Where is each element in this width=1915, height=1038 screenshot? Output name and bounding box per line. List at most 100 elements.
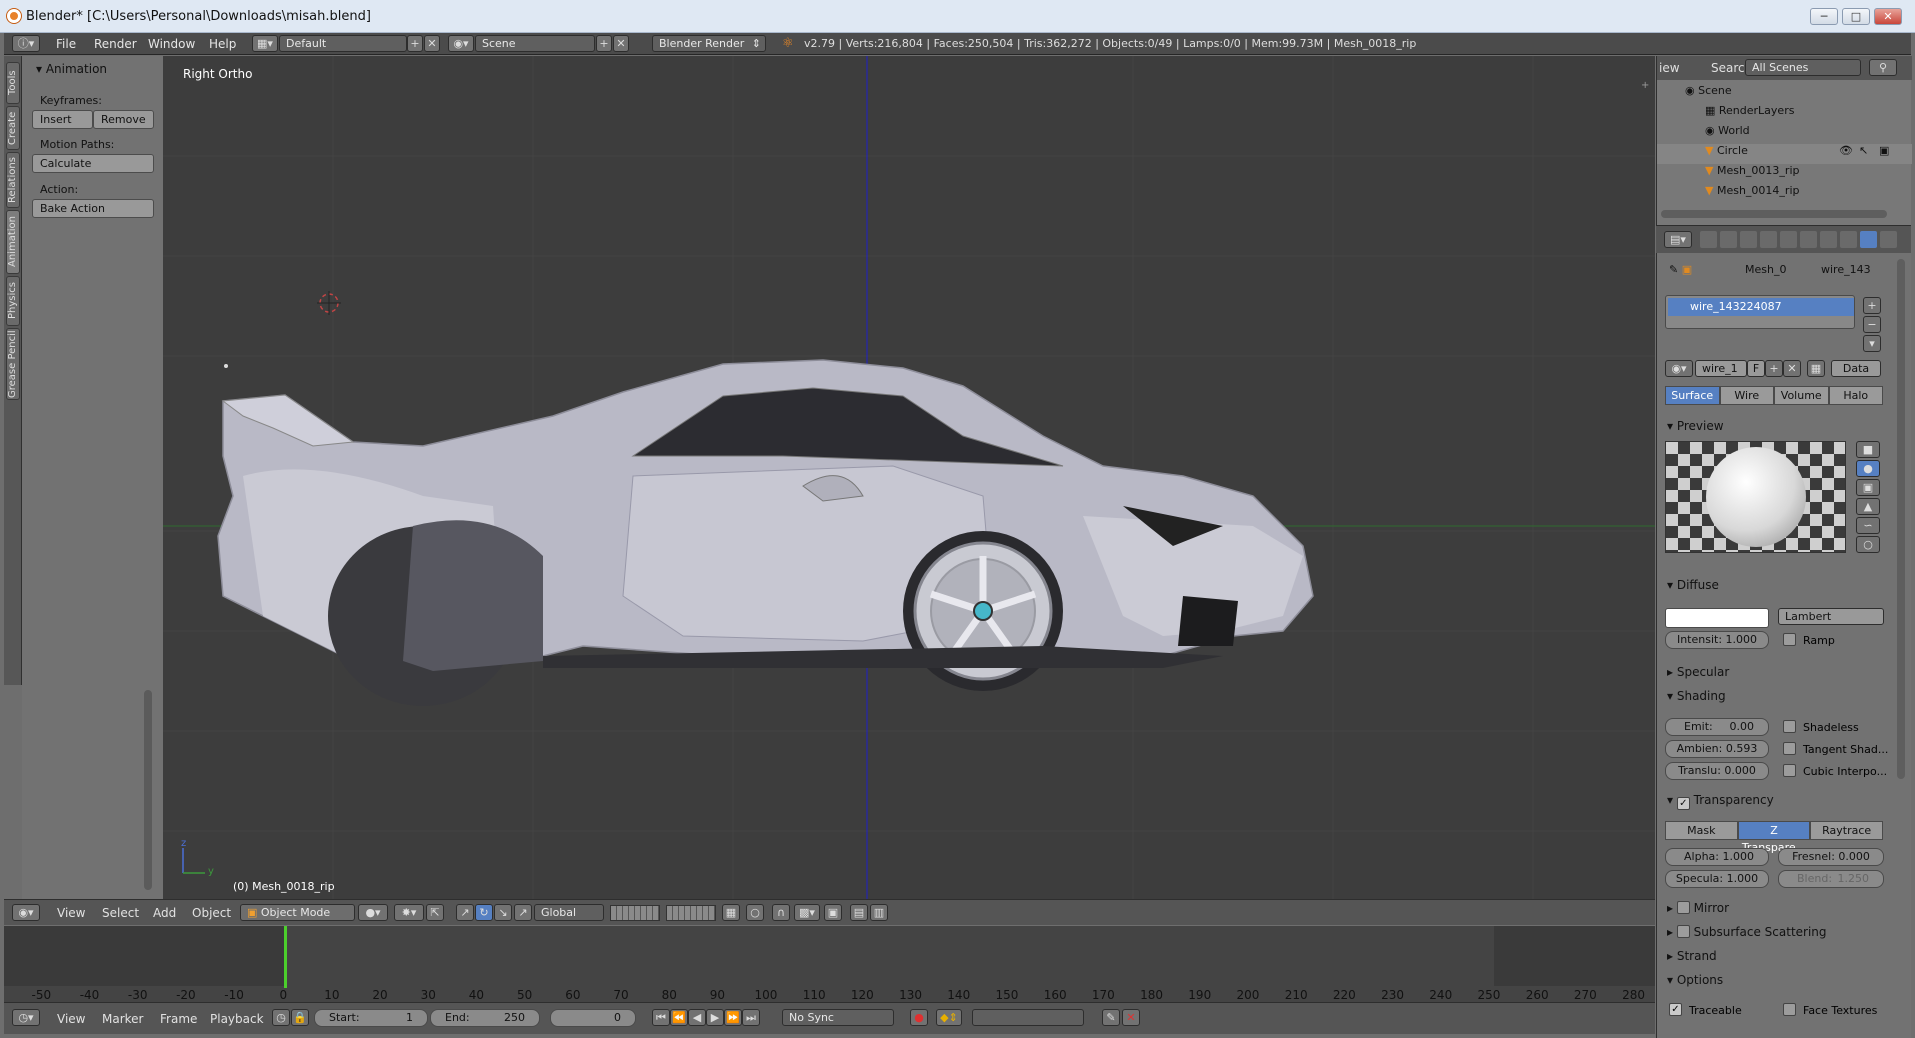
- constraints-tab-icon[interactable]: [1800, 231, 1817, 248]
- scene-tab-icon[interactable]: [1740, 231, 1757, 248]
- menu-frame[interactable]: Frame: [160, 1012, 197, 1026]
- data-tab-icon[interactable]: [1840, 231, 1857, 248]
- animation-panel-header[interactable]: ▾ Animation: [36, 62, 107, 76]
- sss-checkbox[interactable]: [1676, 925, 1690, 938]
- end-frame-field[interactable]: End: 250: [430, 1009, 540, 1027]
- add-layout-icon[interactable]: +: [407, 35, 423, 52]
- render-camera-icon[interactable]: ▣: [1879, 144, 1889, 157]
- transparency-checkbox[interactable]: ✓: [1676, 797, 1690, 810]
- tangent-shading-checkbox[interactable]: [1783, 742, 1796, 755]
- scrollbar[interactable]: [144, 690, 152, 890]
- layers-tab-icon[interactable]: [1720, 231, 1737, 248]
- material-browse-icon[interactable]: ◉▾: [1665, 360, 1693, 377]
- current-frame-field[interactable]: 0: [550, 1009, 636, 1027]
- jump-keyframe-back-icon[interactable]: ⏪: [670, 1009, 688, 1026]
- search-icon[interactable]: ⚲: [1869, 59, 1897, 76]
- delete-keyframe-icon[interactable]: ✕: [1122, 1009, 1140, 1026]
- render-engine-select[interactable]: Blender Render ⇕: [652, 35, 766, 52]
- keying-set-field[interactable]: [972, 1009, 1084, 1026]
- pivot-point-icon[interactable]: ✸▾: [394, 904, 424, 921]
- texture-tab-icon[interactable]: [1880, 231, 1897, 248]
- mirror-checkbox[interactable]: [1676, 901, 1690, 914]
- scene-icon[interactable]: ◉▾: [448, 35, 474, 52]
- 3d-viewport[interactable]: Right Ortho z y (0) Mesh_0018_rip +: [163, 56, 1655, 899]
- snap-icon[interactable]: ↗: [514, 904, 532, 921]
- tab-create[interactable]: Create: [6, 106, 20, 150]
- mode-raytrace[interactable]: Raytrace: [1810, 821, 1884, 840]
- slot-menu-icon[interactable]: ▾: [1863, 335, 1881, 352]
- lock-icon[interactable]: 🔒: [291, 1009, 309, 1026]
- preview-cube-icon[interactable]: ▣: [1856, 479, 1880, 496]
- tab-volume[interactable]: Volume: [1774, 386, 1829, 405]
- mode-mask[interactable]: Mask: [1665, 821, 1738, 840]
- link-select[interactable]: Data: [1831, 360, 1881, 377]
- outliner-item-world[interactable]: ◉ World: [1705, 124, 1915, 144]
- car-model[interactable]: [217, 359, 1314, 706]
- menu-playback[interactable]: Playback: [210, 1012, 264, 1026]
- select-arrow-icon[interactable]: ↖: [1859, 144, 1868, 157]
- insert-keyframe-button[interactable]: Insert: [32, 110, 93, 129]
- play-icon[interactable]: ▶: [706, 1009, 724, 1026]
- timeline-editor-type-icon[interactable]: ◷▾: [12, 1009, 40, 1026]
- specular-panel-header[interactable]: ▸ Specular: [1667, 665, 1729, 679]
- face-textures-checkbox[interactable]: [1783, 1003, 1796, 1016]
- tab-relations[interactable]: Relations: [6, 152, 20, 208]
- layers-grid-1[interactable]: [610, 905, 660, 921]
- record-icon[interactable]: ●: [910, 1009, 928, 1026]
- outliner-item-mesh-0014[interactable]: ▼ Mesh_0014_rip: [1705, 184, 1915, 204]
- outliner-scrollbar[interactable]: [1661, 210, 1887, 218]
- jump-start-icon[interactable]: ⏮: [652, 1009, 670, 1026]
- unlink-material-icon[interactable]: ✕: [1783, 360, 1801, 377]
- traceable-checkbox[interactable]: ✓: [1669, 1003, 1682, 1016]
- menu-file[interactable]: File: [56, 37, 76, 51]
- menu-render[interactable]: Render: [94, 37, 137, 51]
- options-panel-header[interactable]: ▾ Options: [1667, 973, 1723, 987]
- timeline-editor[interactable]: -50 -40 -30 -20 -10 0 10 20 30 40 50 60 70 80 90 100 110…: [4, 926, 1655, 1002]
- remove-scene-icon[interactable]: ✕: [613, 35, 629, 52]
- mode-select[interactable]: ▣ Object Mode: [240, 904, 355, 921]
- menu-marker[interactable]: Marker: [102, 1012, 143, 1026]
- modifiers-tab-icon[interactable]: [1820, 231, 1837, 248]
- manipulator-toggle-icon[interactable]: ⇱: [426, 904, 444, 921]
- tab-tools[interactable]: Tools: [6, 62, 20, 104]
- outliner-item-circle[interactable]: ▼ Circle 👁 ↖ ▣: [1657, 144, 1912, 164]
- new-material-icon[interactable]: +: [1765, 360, 1783, 377]
- jump-end-icon[interactable]: ⏭: [742, 1009, 760, 1026]
- ramp-checkbox[interactable]: [1783, 633, 1796, 646]
- ambient-field[interactable]: Ambien: 0.593: [1665, 740, 1769, 758]
- panel-expand-icon[interactable]: +: [1641, 80, 1649, 91]
- remove-layout-icon[interactable]: ✕: [424, 35, 440, 52]
- tab-halo[interactable]: Halo: [1828, 386, 1883, 405]
- jump-keyframe-forward-icon[interactable]: ⏩: [724, 1009, 742, 1026]
- add-slot-icon[interactable]: +: [1863, 297, 1881, 314]
- shadeless-checkbox[interactable]: [1783, 720, 1796, 733]
- scene-field[interactable]: Scene: [475, 35, 595, 52]
- properties-scrollbar[interactable]: [1897, 259, 1905, 779]
- render-tab-icon[interactable]: [1700, 231, 1717, 248]
- tab-wire[interactable]: Wire: [1719, 386, 1774, 405]
- diffuse-shader-select[interactable]: Lambert: [1778, 608, 1884, 625]
- fresnel-field[interactable]: Fresnel: 0.000: [1778, 848, 1884, 866]
- material-tab-icon[interactable]: [1860, 231, 1877, 248]
- object-tab-icon[interactable]: [1780, 231, 1797, 248]
- preview-monkey-icon[interactable]: ▲: [1856, 498, 1880, 515]
- menu-window[interactable]: Window: [148, 37, 195, 51]
- alpha-field[interactable]: Alpha: 1.000: [1665, 848, 1769, 866]
- material-name-field[interactable]: wire_1: [1695, 360, 1747, 377]
- screen-layout-icon[interactable]: ▦▾: [252, 35, 278, 52]
- keying-icon[interactable]: ◆⇕: [936, 1009, 962, 1026]
- display-mode-select[interactable]: All Scenes: [1745, 59, 1861, 76]
- layer-lock-icon[interactable]: ▦: [722, 904, 740, 921]
- proportional-edit-icon[interactable]: ○: [746, 904, 764, 921]
- specular-alpha-field[interactable]: Specula: 1.000: [1665, 870, 1769, 888]
- rotate-icon[interactable]: ↻: [475, 904, 493, 921]
- pin-icon[interactable]: ✎: [1669, 263, 1678, 276]
- menu-view-timeline[interactable]: View: [57, 1012, 85, 1026]
- info-editor-type-icon[interactable]: ⓘ▾: [12, 35, 40, 52]
- diffuse-intensity-field[interactable]: Intensit: 1.000: [1665, 631, 1769, 649]
- scale-icon[interactable]: ↘: [494, 904, 512, 921]
- preview-hair-icon[interactable]: ∽: [1856, 517, 1880, 534]
- material-slot-list[interactable]: wire_143224087: [1665, 295, 1855, 329]
- menu-object[interactable]: Object: [192, 906, 231, 920]
- editor-type-icon[interactable]: ◉▾: [12, 904, 40, 921]
